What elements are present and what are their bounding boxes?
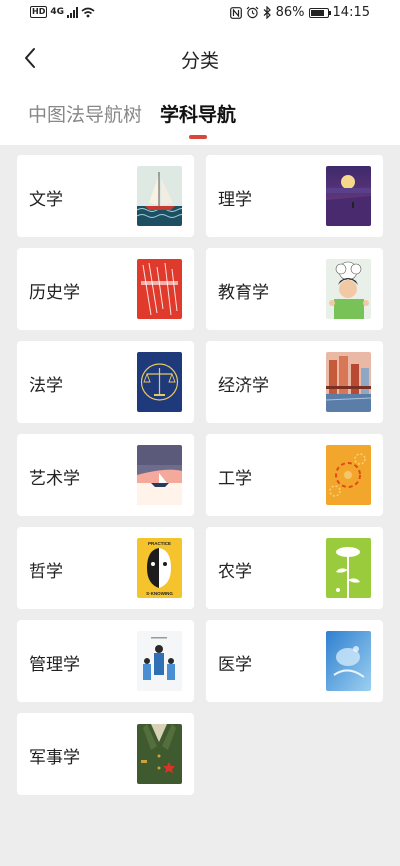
- tab-subject-nav[interactable]: 学科导航: [160, 100, 237, 139]
- subject-name: 文学: [29, 190, 63, 210]
- subject-card-history[interactable]: 历史学: [17, 248, 194, 330]
- page-title: 分类: [180, 50, 219, 72]
- subject-name: 历史学: [29, 283, 80, 303]
- subject-card-science[interactable]: 理学: [206, 155, 383, 237]
- subject-name: 法学: [29, 376, 63, 396]
- moon-cover: [326, 166, 371, 226]
- city-bridge-cover: [326, 352, 371, 412]
- subject-card-engineering[interactable]: 工学: [206, 434, 383, 516]
- subject-card-medicine[interactable]: 医学: [206, 620, 383, 702]
- cover-text-top: PRACTICE: [148, 541, 171, 546]
- subject-name: 经济学: [218, 376, 269, 396]
- status-bar: HD 4G 86% 14:15: [0, 0, 400, 28]
- battery-percent: 86%: [275, 5, 305, 20]
- tab-bar: 中图法导航树 学科导航: [28, 100, 237, 139]
- active-tab-indicator: [189, 135, 208, 139]
- subject-name: 农学: [218, 562, 252, 582]
- military-uniform-cover: [137, 724, 182, 784]
- header: 分类: [0, 36, 400, 80]
- face-mask-cover: PRACTICE S·KNOWING: [137, 538, 182, 598]
- nfc-icon: [229, 6, 242, 19]
- sailboat-cover: [137, 166, 182, 226]
- hd-badge: HD: [30, 6, 48, 18]
- subject-card-economics[interactable]: 经济学: [206, 341, 383, 423]
- tab-label: 中图法导航树: [28, 104, 143, 126]
- network-indicators: HD 4G: [30, 6, 95, 18]
- top-bar: HD 4G 86% 14:15 分类 中图法导航树 学科导航: [0, 0, 400, 145]
- gears-cover: [326, 445, 371, 505]
- subject-name: 理学: [218, 190, 252, 210]
- subject-grid: 文学 理学 历史学 教育学 法学 经济学 艺术学 工学 哲学 PRACTICE …: [17, 155, 383, 795]
- subject-name: 管理学: [29, 655, 80, 675]
- blue-medical-cover: [326, 631, 371, 691]
- clock: 14:15: [332, 5, 370, 20]
- subject-card-philosophy[interactable]: 哲学 PRACTICE S·KNOWING: [17, 527, 194, 609]
- status-right: 86% 14:15: [229, 5, 370, 20]
- subject-name: 哲学: [29, 562, 63, 582]
- subject-card-law[interactable]: 法学: [17, 341, 194, 423]
- subject-card-education[interactable]: 教育学: [206, 248, 383, 330]
- cover-text-bottom: S·KNOWING: [146, 591, 173, 596]
- red-script-cover: [137, 259, 182, 319]
- scales-of-justice-cover: [137, 352, 182, 412]
- alarm-icon: [246, 6, 259, 19]
- subject-card-literature[interactable]: 文学: [17, 155, 194, 237]
- network-gen: 4G: [50, 7, 64, 17]
- subject-name: 艺术学: [29, 469, 80, 489]
- cartoon-kid-cover: [326, 259, 371, 319]
- subject-card-agriculture[interactable]: 农学: [206, 527, 383, 609]
- subject-card-management[interactable]: 管理学: [17, 620, 194, 702]
- subject-name: 工学: [218, 469, 252, 489]
- wifi-icon: [81, 7, 95, 17]
- subject-name: 医学: [218, 655, 252, 675]
- boat-sunset-cover: [137, 445, 182, 505]
- bluetooth-icon: [263, 6, 271, 19]
- tab-clc-tree[interactable]: 中图法导航树: [28, 100, 142, 133]
- business-people-cover: [137, 631, 182, 691]
- subject-card-art[interactable]: 艺术学: [17, 434, 194, 516]
- subject-name: 军事学: [29, 748, 80, 768]
- subject-card-military[interactable]: 军事学: [17, 713, 194, 795]
- battery-icon: [308, 7, 331, 18]
- tab-label: 学科导航: [160, 104, 237, 126]
- plant-cover: [326, 538, 371, 598]
- subject-name: 教育学: [218, 283, 269, 303]
- signal-icon: [67, 6, 78, 18]
